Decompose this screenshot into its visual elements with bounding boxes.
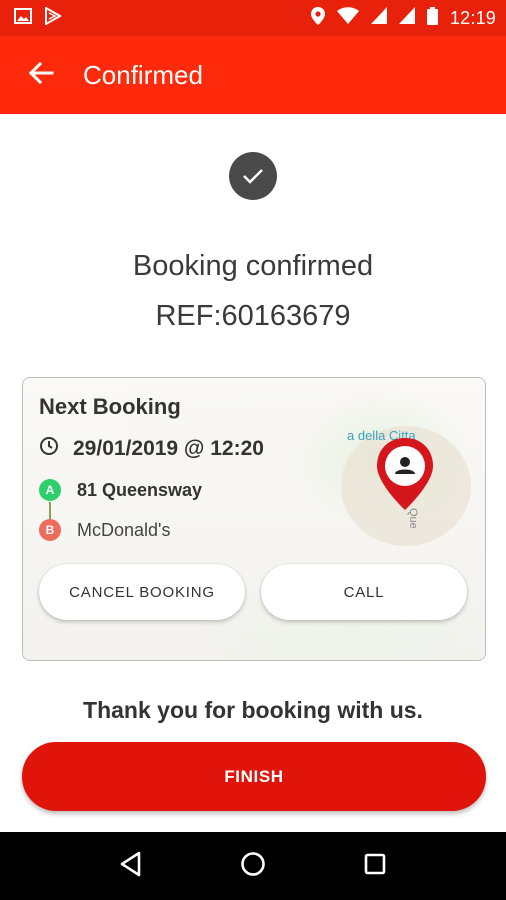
gallery-icon bbox=[14, 7, 32, 29]
route-connector bbox=[49, 502, 51, 520]
battery-icon bbox=[426, 6, 438, 30]
page-title: Confirmed bbox=[83, 59, 203, 90]
back-triangle-icon bbox=[119, 851, 143, 882]
card-title: Next Booking bbox=[39, 394, 181, 419]
nav-back-button[interactable] bbox=[109, 844, 153, 888]
app-bar: Confirmed bbox=[0, 36, 506, 114]
arrow-left-icon bbox=[28, 61, 54, 90]
pickup-address: 81 Queensway bbox=[77, 479, 203, 500]
clock-icon bbox=[39, 436, 59, 461]
status-time: 12:19 bbox=[449, 7, 496, 28]
call-button[interactable]: CALL bbox=[261, 564, 467, 620]
thank-you-message: Thank you for booking with us. bbox=[83, 697, 423, 723]
cancel-booking-button[interactable]: CANCEL BOOKING bbox=[39, 564, 245, 620]
pickup-stop: A 81 Queensway bbox=[39, 479, 202, 501]
signal-icon bbox=[398, 7, 415, 29]
dropoff-address: McDonald's bbox=[77, 519, 171, 540]
status-bar: 12:19 bbox=[0, 0, 506, 36]
next-booking-card: a della Citta Que Next Booking 29/01/201… bbox=[22, 377, 486, 661]
pickup-badge: A bbox=[39, 479, 61, 501]
recents-square-icon bbox=[363, 852, 387, 881]
status-right-icons: 12:19 bbox=[310, 6, 496, 30]
dropoff-stop: B McDonald's bbox=[39, 519, 170, 541]
location-icon bbox=[310, 6, 325, 30]
check-icon bbox=[229, 152, 277, 200]
finish-button[interactable]: FINISH bbox=[22, 742, 486, 811]
back-button[interactable] bbox=[24, 58, 58, 92]
driver-pin-icon bbox=[373, 436, 437, 512]
dropoff-badge: B bbox=[39, 519, 61, 541]
status-left-icons bbox=[14, 5, 63, 30]
system-nav-bar bbox=[0, 832, 506, 900]
nav-home-button[interactable] bbox=[231, 844, 275, 888]
wifi-icon bbox=[336, 7, 359, 29]
booking-datetime-row: 29/01/2019 @ 12:20 bbox=[39, 436, 264, 461]
home-circle-icon bbox=[240, 851, 266, 882]
play-store-icon bbox=[44, 5, 63, 30]
nav-recents-button[interactable] bbox=[353, 844, 397, 888]
confirmation-title: Booking confirmed bbox=[132, 250, 374, 282]
booking-datetime: 29/01/2019 @ 12:20 bbox=[73, 436, 264, 460]
signal-icon bbox=[370, 7, 387, 29]
booking-reference: REF:60163679 bbox=[155, 300, 351, 332]
